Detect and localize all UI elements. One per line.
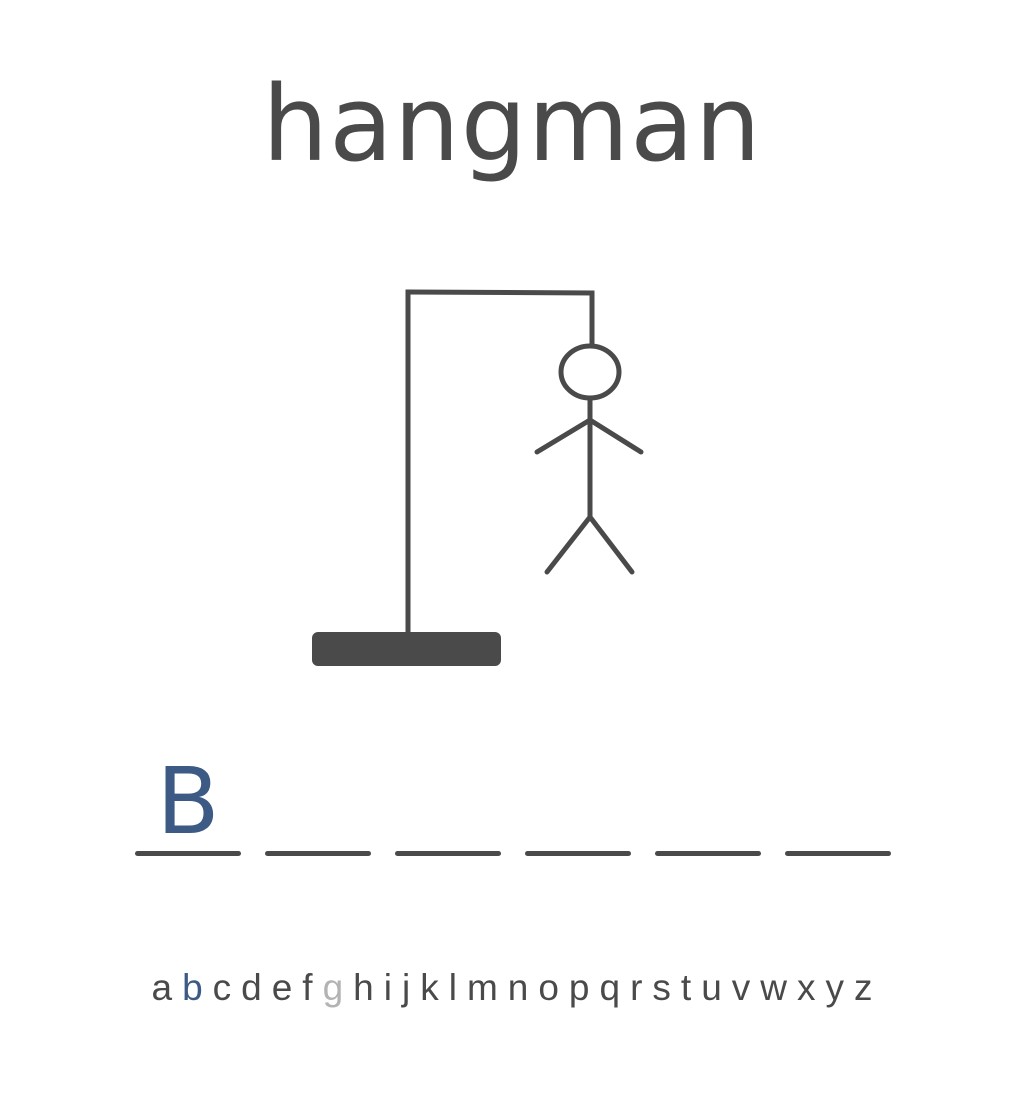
stick-figure	[534, 343, 644, 575]
gallows	[312, 289, 595, 666]
slot-underline	[265, 851, 371, 856]
letter-slot	[655, 740, 761, 856]
letter-button-w[interactable]: w	[755, 967, 792, 1009]
figure-head	[558, 343, 622, 401]
letter-button-e[interactable]: e	[267, 967, 298, 1009]
letter-button-s[interactable]: s	[647, 967, 676, 1009]
letter-slot	[525, 740, 631, 856]
letter-button-y[interactable]: y	[821, 967, 850, 1009]
letter-button-f[interactable]: f	[297, 967, 317, 1009]
letter-button-d[interactable]: d	[236, 967, 267, 1009]
slot-underline	[135, 851, 241, 856]
letter-button-u[interactable]: u	[696, 967, 727, 1009]
gallows-base	[312, 632, 501, 666]
gallows-beam	[405, 289, 595, 296]
figure-left-leg	[544, 514, 593, 575]
letter-button-a[interactable]: a	[146, 967, 177, 1009]
letter-slot: B	[135, 740, 241, 856]
figure-right-arm	[587, 417, 644, 455]
letter-button-x[interactable]: x	[792, 967, 821, 1009]
alphabet-picker: abcdefghijklmnopqrstuvwxyz	[0, 967, 1024, 1009]
letter-button-z[interactable]: z	[849, 967, 878, 1009]
figure-left-arm	[534, 417, 593, 455]
letter-button-p[interactable]: p	[564, 967, 595, 1009]
letter-button-r[interactable]: r	[625, 967, 647, 1009]
letter-button-b[interactable]: b	[177, 967, 208, 1009]
word-display: B	[135, 740, 895, 860]
slot-underline	[525, 851, 631, 856]
letter-button-v[interactable]: v	[727, 967, 756, 1009]
letter-button-l[interactable]: l	[444, 967, 462, 1009]
slot-underline	[395, 851, 501, 856]
letter-button-t[interactable]: t	[676, 967, 696, 1009]
letter-button-h[interactable]: h	[348, 967, 379, 1009]
slot-underline	[655, 851, 761, 856]
letter-button-g[interactable]: g	[318, 967, 349, 1009]
slot-underline	[785, 851, 891, 856]
slot-letter: B	[156, 748, 220, 855]
letter-button-i[interactable]: i	[379, 967, 397, 1009]
letter-button-k[interactable]: k	[415, 967, 444, 1009]
letter-button-q[interactable]: q	[595, 967, 626, 1009]
letter-button-n[interactable]: n	[503, 967, 534, 1009]
figure-right-leg	[587, 514, 635, 575]
letter-slot	[265, 740, 371, 856]
letter-slot	[785, 740, 891, 856]
letter-button-c[interactable]: c	[208, 967, 237, 1009]
letter-button-m[interactable]: m	[462, 967, 503, 1009]
letter-slot	[395, 740, 501, 856]
hangman-drawing	[312, 289, 644, 666]
letter-button-o[interactable]: o	[533, 967, 564, 1009]
letter-button-j[interactable]: j	[397, 967, 415, 1009]
